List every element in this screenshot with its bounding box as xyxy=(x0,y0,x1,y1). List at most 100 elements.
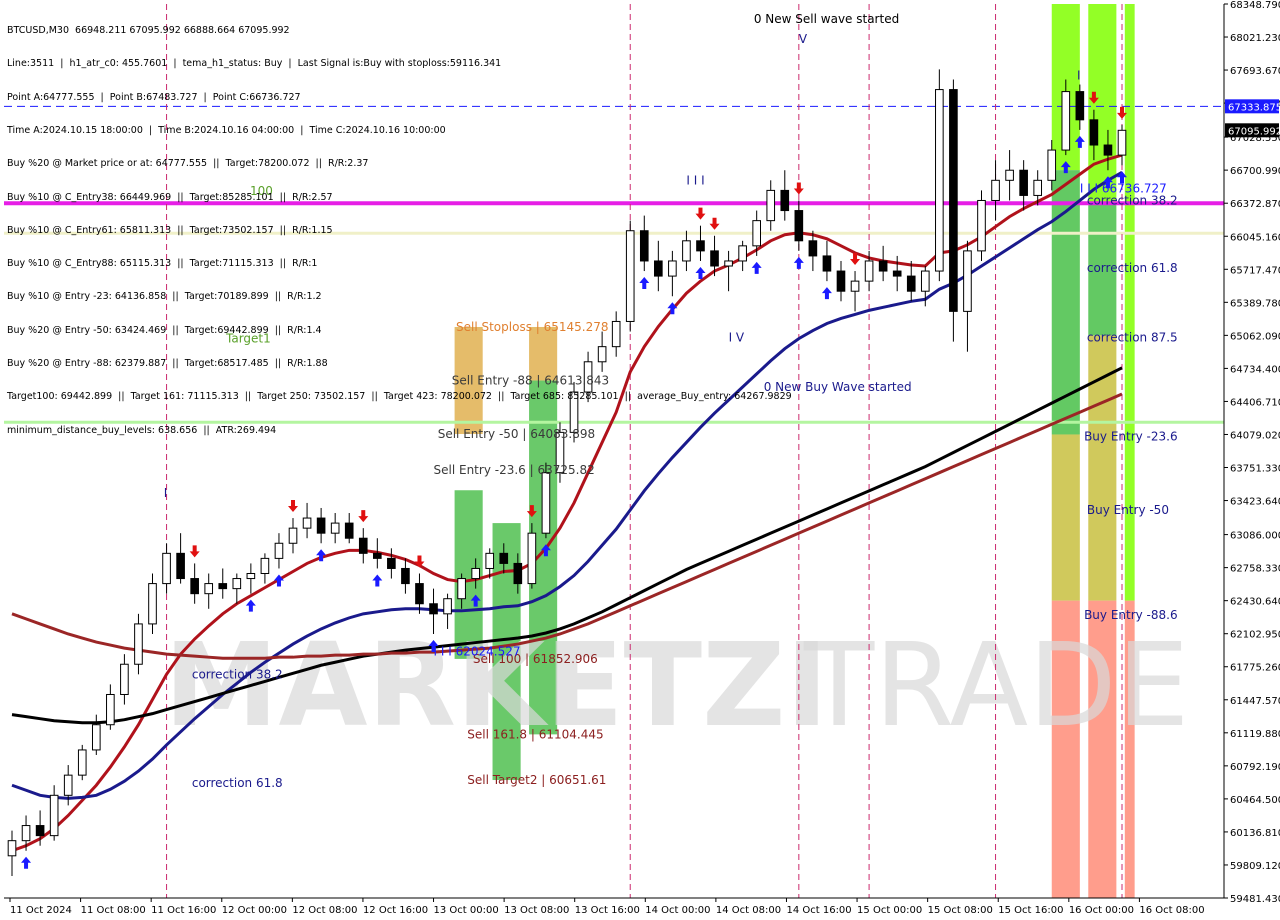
y-tick-label: 66045.160 xyxy=(1230,232,1280,243)
x-tick-label: 11 Oct 16:00 xyxy=(151,905,216,916)
info-line: Line:3511 | h1_atr_c0: 455.7601 | tema_h… xyxy=(7,58,502,70)
y-tick-label: 61119.880 xyxy=(1230,729,1280,740)
candle-body xyxy=(358,537,368,554)
candle-body xyxy=(527,532,537,585)
candle-body xyxy=(204,583,214,595)
zone-box xyxy=(1088,4,1117,204)
candle-body xyxy=(471,567,480,580)
info-line: Buy %10 @ C_Entry61: 65811.313 || Target… xyxy=(7,224,333,236)
chart-annotation: I xyxy=(164,486,168,500)
y-tick-label: 65062.090 xyxy=(1230,331,1280,342)
candle-body xyxy=(35,825,45,837)
info-line: minimum_distance_buy_levels: 638.656 || … xyxy=(7,424,277,436)
arrow-up-icon xyxy=(793,256,804,269)
x-tick-label: 13 Oct 16:00 xyxy=(575,905,640,916)
y-tick-label: 59481.430 xyxy=(1230,894,1280,905)
candle-body xyxy=(344,522,354,539)
price-tag-text: 67333.875 xyxy=(1228,102,1280,113)
y-tick-label: 59809.120 xyxy=(1230,861,1280,872)
chart-annotation: I I I 62024.527 xyxy=(434,645,521,659)
candle-body xyxy=(49,794,59,837)
x-tick-label: 15 Oct 00:00 xyxy=(857,905,922,916)
y-tick-label: 62430.640 xyxy=(1230,597,1280,608)
candle-body xyxy=(1117,129,1127,156)
candle-body xyxy=(21,825,31,842)
zone-box xyxy=(1051,434,1080,601)
x-tick-label: 15 Oct 16:00 xyxy=(998,905,1063,916)
info-line: Point A:64777.555 | Point B:67483.727 | … xyxy=(7,91,301,103)
candle-body xyxy=(106,693,115,726)
candle-body xyxy=(1089,119,1099,146)
chart-annotation: correction 61.8 xyxy=(192,776,283,790)
x-tick-label: 11 Oct 2024 xyxy=(10,905,72,916)
candle-body xyxy=(91,724,101,751)
info-line: Buy %20 @ Entry -50: 63424.469 || Target… xyxy=(7,324,322,336)
y-tick-label: 60464.500 xyxy=(1230,795,1280,806)
y-tick-label: 68021.230 xyxy=(1230,33,1280,44)
candle-body xyxy=(429,603,438,615)
candle-body xyxy=(218,583,228,590)
candle-body xyxy=(1005,169,1014,181)
zone-box xyxy=(1124,4,1135,423)
candle-body xyxy=(1075,91,1085,121)
candle-body xyxy=(457,578,466,600)
y-tick-label: 62102.950 xyxy=(1230,630,1280,641)
candle-body xyxy=(892,270,902,277)
x-tick-label: 15 Oct 08:00 xyxy=(928,905,993,916)
candle-body xyxy=(1047,149,1057,181)
candle-body xyxy=(822,255,832,272)
info-line: Buy %20 @ Market price or at: 64777.555 … xyxy=(7,158,369,170)
info-line: Buy %10 @ C_Entry88: 65115.313 || Target… xyxy=(7,258,318,270)
candle-body xyxy=(288,527,298,544)
y-tick-label: 63086.000 xyxy=(1230,531,1280,542)
candle-body xyxy=(330,522,340,534)
arrow-up-icon xyxy=(21,856,32,869)
candle-body xyxy=(485,552,495,569)
chart-annotation: correction 61.8 xyxy=(1087,261,1178,275)
arrow-down-icon xyxy=(793,182,804,195)
chart-annotation: correction 38.2 xyxy=(1087,193,1178,207)
y-tick-label: 68348.790 xyxy=(1230,0,1280,11)
candle-body xyxy=(415,583,424,605)
watermark-text: TRADE xyxy=(803,619,1189,753)
y-tick-label: 62758.330 xyxy=(1230,564,1280,575)
candle-body xyxy=(935,89,944,272)
arrow-up-icon xyxy=(372,574,383,587)
candle-body xyxy=(977,199,986,252)
x-tick-label: 14 Oct 08:00 xyxy=(716,905,781,916)
zone-box xyxy=(1088,335,1117,601)
candle-body xyxy=(232,578,242,590)
chart-annotation: Buy Entry -23.6 xyxy=(1084,429,1178,443)
candle-body xyxy=(906,275,916,292)
y-tick-label: 65717.470 xyxy=(1230,265,1280,276)
y-tick-label: 60136.810 xyxy=(1230,828,1280,839)
x-tick-label: 16 Oct 00:00 xyxy=(1069,905,1134,916)
info-line: Buy %10 @ Entry -23: 64136.858 || Target… xyxy=(7,291,322,303)
candle-body xyxy=(148,583,157,625)
chart-annotation: Sell Entry -23.6 | 63725.82 xyxy=(434,463,595,477)
x-tick-label: 12 Oct 16:00 xyxy=(363,905,428,916)
candle-body xyxy=(274,542,284,559)
candle-body xyxy=(246,573,256,580)
candle-body xyxy=(373,552,382,559)
candle-body xyxy=(499,552,509,564)
x-tick-label: 13 Oct 00:00 xyxy=(434,905,499,916)
info-line: Target100: 69442.899 || Target 161: 7111… xyxy=(7,391,792,403)
candle-body xyxy=(63,774,73,796)
y-tick-label: 63423.640 xyxy=(1230,497,1280,508)
arrow-down-icon xyxy=(414,555,425,568)
candle-body xyxy=(1061,91,1071,151)
candle-body xyxy=(1033,179,1043,196)
candle-body xyxy=(850,280,860,292)
y-tick-label: 66700.990 xyxy=(1230,166,1280,177)
chart-annotation: Buy Entry -50 xyxy=(1087,503,1169,517)
chart-root: MARKETZI TRADE 100 Target1 Sell Stoploss | 6… xyxy=(0,0,1280,920)
x-tick-label: 16 Oct 08:00 xyxy=(1139,905,1204,916)
info-line: Buy %20 @ Entry -88: 62379.887 || Target… xyxy=(7,358,328,369)
y-tick-label: 61447.570 xyxy=(1230,696,1280,707)
candle-body xyxy=(77,749,87,776)
current-price-tag-text: 67095.992 xyxy=(1228,126,1280,137)
x-tick-label: 11 Oct 08:00 xyxy=(81,905,146,916)
chart-annotation: correction 87.5 xyxy=(1087,331,1178,345)
arrow-down-icon xyxy=(358,510,369,523)
